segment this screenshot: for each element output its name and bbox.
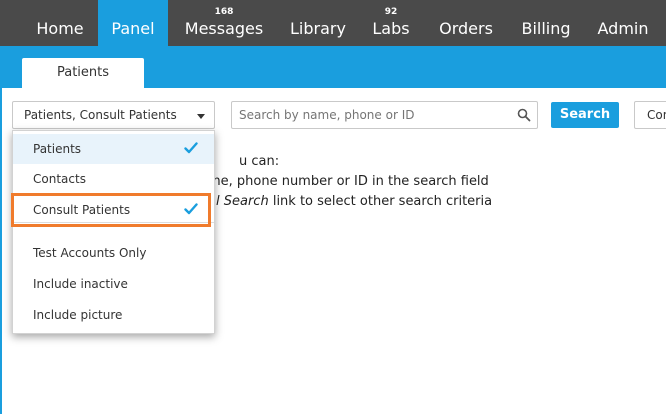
advanced-search-link[interactable]: l Search [216,194,269,209]
checkmark-icon [184,142,198,154]
search-icon[interactable] [517,108,531,122]
nav-library-label: Library [290,19,346,38]
nav-admin[interactable]: Admin [588,0,658,46]
dropdown-item-include-inactive[interactable]: Include inactive [13,269,214,299]
instructions-line-3-rest: link to select other search criteria [268,194,493,209]
dropdown-item-test-accounts[interactable]: Test Accounts Only [13,238,214,268]
dropdown-item-label: Include picture [33,308,123,322]
search-input[interactable] [231,101,538,129]
content-border [0,88,2,414]
dropdown-item-label: Test Accounts Only [33,246,147,260]
top-navigation: Home Panel 168 Messages Library 92 Labs … [0,0,666,46]
search-button[interactable]: Search [551,102,619,128]
nav-home-label: Home [36,19,84,38]
dropdown-item-patients[interactable]: Patients [13,134,214,164]
tab-patients[interactable]: Patients [22,58,144,88]
nav-admin-label: Admin [597,19,649,38]
nav-messages[interactable]: 168 Messages [178,0,270,46]
nav-panel-label: Panel [111,19,155,38]
nav-labs-label: Labs [372,19,410,38]
nav-home[interactable]: Home [24,0,96,46]
nav-orders-label: Orders [439,19,493,38]
dropdown-item-contacts[interactable]: Contacts [13,164,214,194]
nav-orders[interactable]: Orders [430,0,502,46]
nav-library[interactable]: Library [282,0,354,46]
patient-type-dropdown: Patients Contacts Consult Patients Test … [12,130,215,334]
nav-messages-label: Messages [184,19,264,38]
patient-type-select-value: Patients, Consult Patients [24,108,177,122]
nav-billing-label: Billing [521,19,571,38]
dropdown-item-label: Contacts [33,172,86,186]
dropdown-item-label: Include inactive [33,277,128,291]
dropdown-item-label: Patients [33,142,82,156]
labs-count-badge: 92 [384,7,398,17]
chevron-down-icon [197,114,205,119]
contacts-button[interactable]: Con [634,101,666,129]
nav-billing[interactable]: Billing [512,0,580,46]
dropdown-item-include-picture[interactable]: Include picture [13,300,214,330]
nav-labs[interactable]: 92 Labs [364,0,418,46]
patient-type-select[interactable]: Patients, Consult Patients [12,101,215,129]
sub-tab-bar: Patients [0,46,666,88]
messages-count-badge: 168 [214,7,234,17]
nav-panel[interactable]: Panel [98,0,168,46]
highlight-annotation [11,193,211,227]
